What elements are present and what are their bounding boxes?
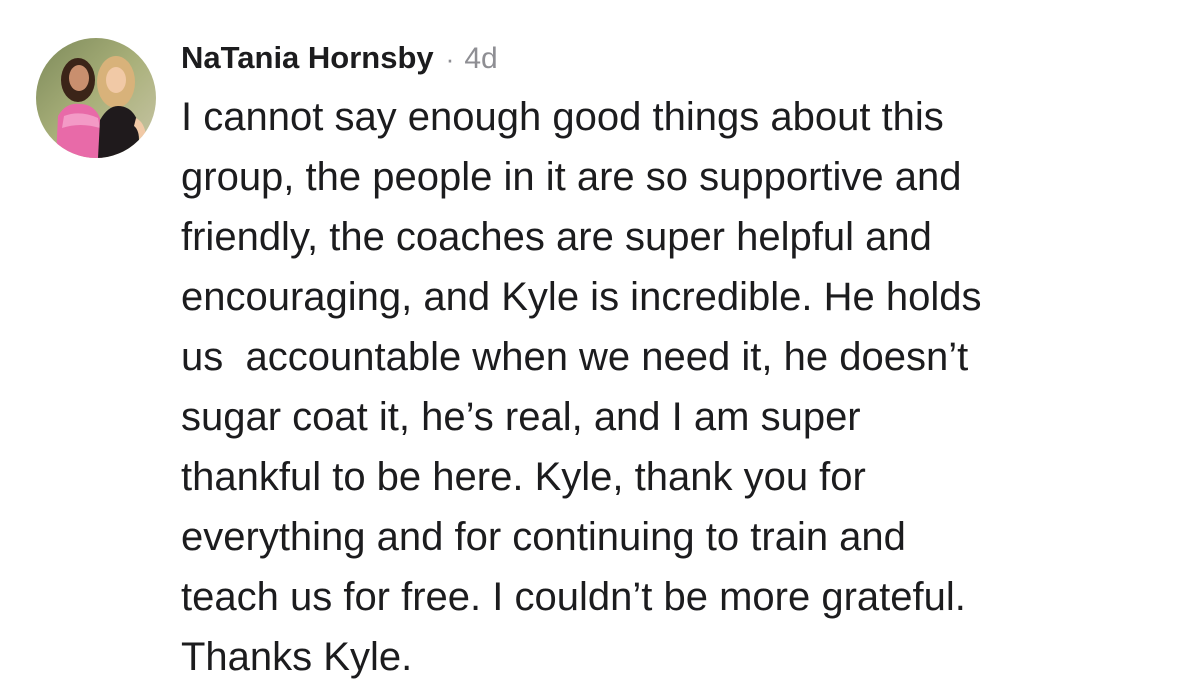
comment-header: NaTania Hornsby · 4d bbox=[181, 40, 498, 80]
avatar[interactable] bbox=[36, 38, 156, 158]
comment-text-line: sugar coat it, he’s real, and I am super bbox=[181, 395, 861, 439]
comment-body: I cannot say enough good things about th… bbox=[181, 87, 1171, 687]
comment-text-line: encouraging, and Kyle is incredible. He … bbox=[181, 275, 982, 319]
comment-text-line: Thanks Kyle. bbox=[181, 635, 413, 679]
profile-photo-icon bbox=[36, 38, 156, 158]
author-name[interactable]: NaTania Hornsby bbox=[181, 40, 434, 76]
comment-text-line: teach us for free. I couldn’t be more gr… bbox=[181, 575, 966, 619]
comment: NaTania Hornsby · 4d I cannot say enough… bbox=[0, 0, 1179, 687]
comment-timestamp[interactable]: 4d bbox=[464, 42, 497, 76]
comment-text-line: everything and for continuing to train a… bbox=[181, 515, 906, 559]
meta-separator: · bbox=[445, 44, 455, 74]
comment-text-line: I cannot say enough good things about th… bbox=[181, 95, 944, 139]
comment-text-line: thankful to be here. Kyle, thank you for bbox=[181, 455, 866, 499]
comment-text-line: us accountable when we need it, he doesn… bbox=[181, 335, 969, 379]
comment-text-line: friendly, the coaches are super helpful … bbox=[181, 215, 932, 259]
comment-text-line: group, the people in it are so supportiv… bbox=[181, 155, 962, 199]
